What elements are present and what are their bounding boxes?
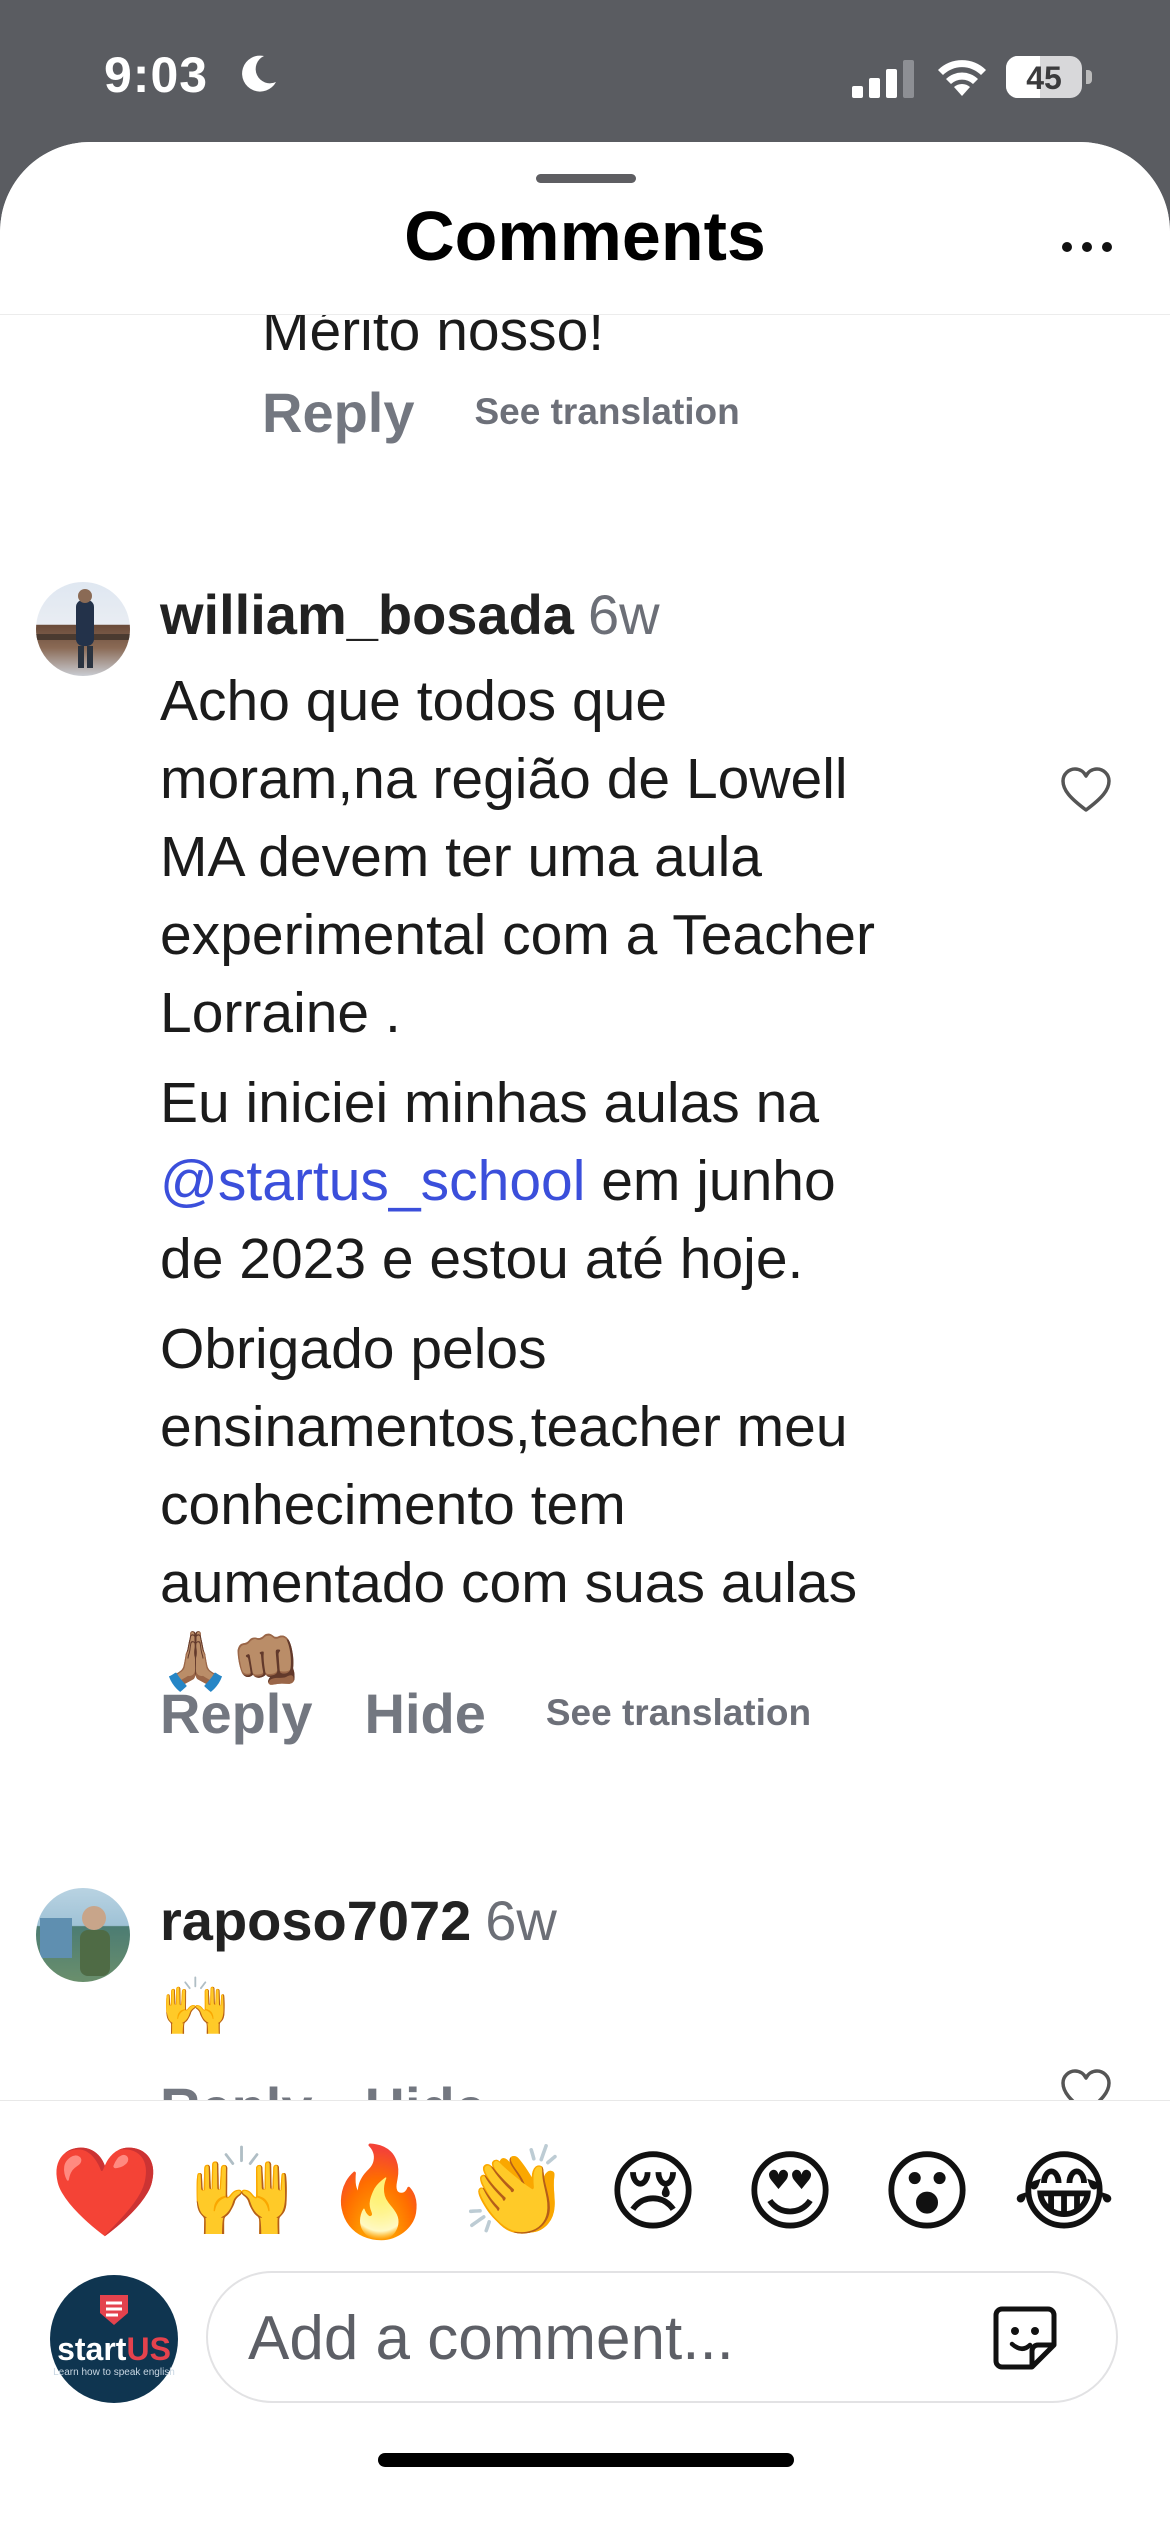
comment-text-line: ensinamentos,teacher meu — [160, 1395, 848, 1459]
battery-icon: 45 — [1006, 56, 1092, 100]
status-time: 9:03 — [104, 47, 209, 103]
page-title: Comments — [404, 197, 766, 275]
reply-button[interactable]: Reply — [160, 1681, 313, 1746]
reaction-clap-emoji[interactable]: 👏 — [461, 2137, 571, 2247]
reaction-surprised-emoji[interactable]: 😮 — [872, 2137, 982, 2247]
comment-text: 🙌 — [160, 1975, 231, 2039]
hide-button[interactable]: Hide — [365, 2075, 486, 2101]
cellular-signal-icon — [852, 60, 914, 98]
wifi-icon — [938, 60, 986, 96]
comment-age: 6w — [587, 583, 660, 646]
comment-text-span: em junho — [585, 1149, 836, 1213]
more-options-icon[interactable] — [1062, 242, 1112, 258]
moon-icon — [242, 55, 276, 92]
comment-text-line: moram,na região de Lowell — [160, 747, 848, 811]
comment-body: Acho que todos que moram,na região de Lo… — [160, 662, 1060, 1700]
battery-percent: 45 — [1026, 60, 1062, 96]
comment-text-line: conhecimento tem — [160, 1473, 626, 1537]
comment-text-line: @startus_school em junho — [160, 1142, 1060, 1220]
comment-text-line: Obrigado pelos — [160, 1317, 547, 1381]
reaction-fire-emoji[interactable]: 🔥 — [324, 2137, 434, 2247]
brand-tagline: Learn how to speak english — [53, 2367, 175, 2378]
see-translation-button[interactable]: See translation — [546, 1692, 811, 1734]
quick-reaction-row: ❤️ 🙌 🔥 👏 😢 😍 😮 😂 — [0, 2137, 1170, 2247]
avatar-person-icon — [40, 1906, 110, 1976]
brand-shield-icon — [100, 2295, 128, 2325]
current-user-avatar: startUS Learn how to speak english — [50, 2275, 178, 2403]
mention-link[interactable]: @startus_school — [160, 1149, 585, 1213]
reaction-raised-hands-emoji[interactable]: 🙌 — [187, 2137, 297, 2247]
avatar[interactable] — [36, 1888, 130, 1982]
hide-button[interactable]: Hide — [365, 1681, 486, 1746]
avatar[interactable] — [36, 582, 130, 676]
add-comment-input[interactable] — [246, 2297, 950, 2379]
comment-username-row: william_bosada 6w — [160, 582, 660, 647]
reply-button[interactable]: Reply — [262, 380, 415, 445]
sticker-icon[interactable] — [990, 2303, 1060, 2373]
comment-username-row: raposo7072 6w — [160, 1888, 557, 1953]
comment-input-container[interactable] — [206, 2271, 1118, 2403]
like-heart-icon[interactable] — [1060, 766, 1112, 814]
comment-text-line: Acho que todos que — [160, 669, 668, 733]
comment-text-line: MA devem ter uma aula — [160, 825, 762, 889]
avatar-person-icon — [36, 589, 130, 668]
comment-text-line: Lorraine . — [160, 981, 401, 1045]
comment-text-line: experimental com a Teacher — [160, 903, 875, 967]
comment-composer-bar: ❤️ 🙌 🔥 👏 😢 😍 😮 😂 startUS Learn how to sp… — [0, 2100, 1170, 2532]
comment-age: 6w — [485, 1889, 557, 1952]
reaction-cry-emoji[interactable]: 😢 — [598, 2137, 708, 2247]
comment-text-line: aumentado com suas aulas — [160, 1551, 858, 1615]
sheet-header: Comments — [0, 142, 1170, 315]
see-translation-button[interactable]: See translation — [475, 391, 740, 433]
reaction-heart-eyes-emoji[interactable]: 😍 — [735, 2137, 845, 2247]
comment-text-line: Eu iniciei minhas aulas na — [160, 1071, 820, 1135]
reply-button[interactable]: Reply — [160, 2075, 313, 2101]
comment-text-line: de 2023 e estou até hoje. — [160, 1227, 804, 1291]
comment-actions: Reply Hide See translation — [160, 1678, 811, 1748]
comment-list[interactable]: Mérito nosso! Reply See translation will… — [0, 142, 1170, 2100]
comment-username[interactable]: raposo7072 — [160, 1889, 471, 1952]
reaction-laughing-emoji[interactable]: 😂 — [1009, 2137, 1119, 2247]
brand-logo-start: start — [57, 2331, 127, 2367]
comment-username[interactable]: william_bosada — [160, 583, 574, 646]
brand-logo-text: startUS — [50, 2331, 178, 2368]
like-heart-icon[interactable] — [1060, 2068, 1112, 2100]
comments-sheet: Comments Mérito nosso! Reply See transla… — [0, 142, 1170, 2532]
comment-actions: Reply Hide — [160, 2072, 538, 2101]
status-bar: 9:03 45 — [0, 0, 1170, 145]
brand-logo-us: US — [126, 2331, 171, 2367]
sheet-grabber[interactable] — [536, 174, 636, 183]
comment-actions: Reply See translation — [262, 377, 740, 447]
reaction-heart-emoji[interactable]: ❤️ — [50, 2137, 160, 2247]
home-indicator[interactable] — [378, 2453, 794, 2467]
